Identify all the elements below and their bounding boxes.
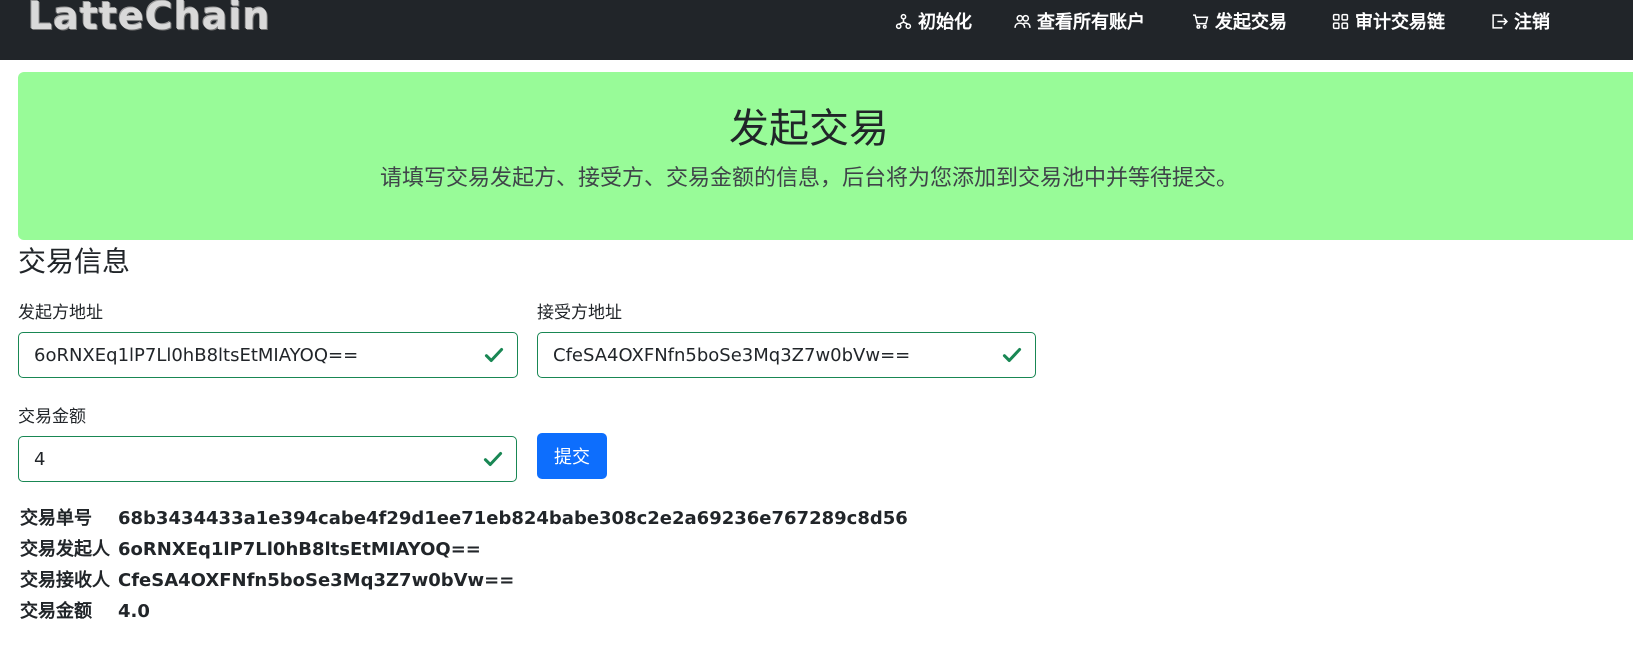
diagram-icon: [895, 13, 912, 29]
section-title: 交易信息: [18, 245, 131, 278]
sender-field[interactable]: 6oRNXEq1lP7Ll0hB8ltsEtMIAYOQ==: [18, 332, 518, 378]
nav-logout[interactable]: 注销: [1491, 8, 1550, 34]
hero-title: 发起交易: [729, 106, 889, 152]
receiver-value: CfeSA4OXFNfn5boSe3Mq3Z7w0bVw==: [553, 344, 911, 366]
result-amount-row: 交易金额 4.0: [20, 597, 150, 623]
grid-icon: [1332, 13, 1349, 29]
result-receiver-value: CfeSA4OXFNfn5boSe3Mq3Z7w0bVw==: [118, 570, 515, 591]
people-icon: [1014, 14, 1031, 28]
logout-icon: [1492, 13, 1508, 29]
sender-label: 发起方地址: [18, 303, 103, 323]
nav-accounts[interactable]: 查看所有账户: [1014, 8, 1145, 34]
receiver-field[interactable]: CfeSA4OXFNfn5boSe3Mq3Z7w0bVw==: [537, 332, 1036, 378]
nav-transaction[interactable]: 发起交易: [1192, 8, 1287, 34]
result-receiver-row: 交易接收人 CfeSA4OXFNfn5boSe3Mq3Z7w0bVw==: [20, 566, 514, 592]
nav-logout-label: 注销: [1514, 12, 1550, 33]
nav-audit-label: 审计交易链: [1355, 12, 1445, 33]
hero-banner: 发起交易 请填写交易发起方、接受方、交易金额的信息，后台将为您添加到交易池中并等…: [18, 72, 1633, 240]
result-sender-value: 6oRNXEq1lP7Ll0hB8ltsEtMIAYOQ==: [118, 539, 481, 560]
nav-init[interactable]: 初始化: [895, 8, 972, 34]
navbar: LatteChain 初始化 查看所有账户 发起交易 审计交易链 注销: [0, 0, 1633, 60]
amount-field[interactable]: 4: [18, 436, 517, 482]
result-id-label: 交易单号: [20, 508, 92, 529]
nav-init-label: 初始化: [918, 12, 972, 33]
sender-value: 6oRNXEq1lP7Ll0hB8ltsEtMIAYOQ==: [34, 344, 359, 366]
nav-audit[interactable]: 审计交易链: [1332, 8, 1445, 34]
amount-value: 4: [34, 448, 46, 470]
check-icon: [483, 451, 503, 467]
check-icon: [1002, 347, 1022, 363]
result-receiver-label: 交易接收人: [20, 570, 110, 591]
result-id-row: 交易单号 68b3434433a1e394cabe4f29d1ee71eb824b…: [20, 504, 908, 530]
brand-logo[interactable]: LatteChain: [28, 0, 271, 38]
result-sender-row: 交易发起人 6oRNXEq1lP7Ll0hB8ltsEtMIAYOQ==: [20, 535, 481, 561]
cart-icon: [1193, 13, 1209, 29]
result-amount-label: 交易金额: [20, 601, 92, 622]
hero-subtitle: 请填写交易发起方、接受方、交易金额的信息，后台将为您添加到交易池中并等待提交。: [379, 166, 1238, 191]
nav-accounts-label: 查看所有账户: [1037, 12, 1145, 33]
receiver-label: 接受方地址: [537, 303, 622, 323]
submit-button[interactable]: 提交: [537, 433, 607, 479]
check-icon: [484, 347, 504, 363]
amount-label: 交易金额: [18, 407, 86, 427]
result-sender-label: 交易发起人: [20, 539, 110, 560]
nav-transaction-label: 发起交易: [1215, 12, 1287, 33]
result-amount-value: 4.0: [118, 601, 150, 622]
result-id-value: 68b3434433a1e394cabe4f29d1ee71eb824babe3…: [118, 508, 908, 529]
